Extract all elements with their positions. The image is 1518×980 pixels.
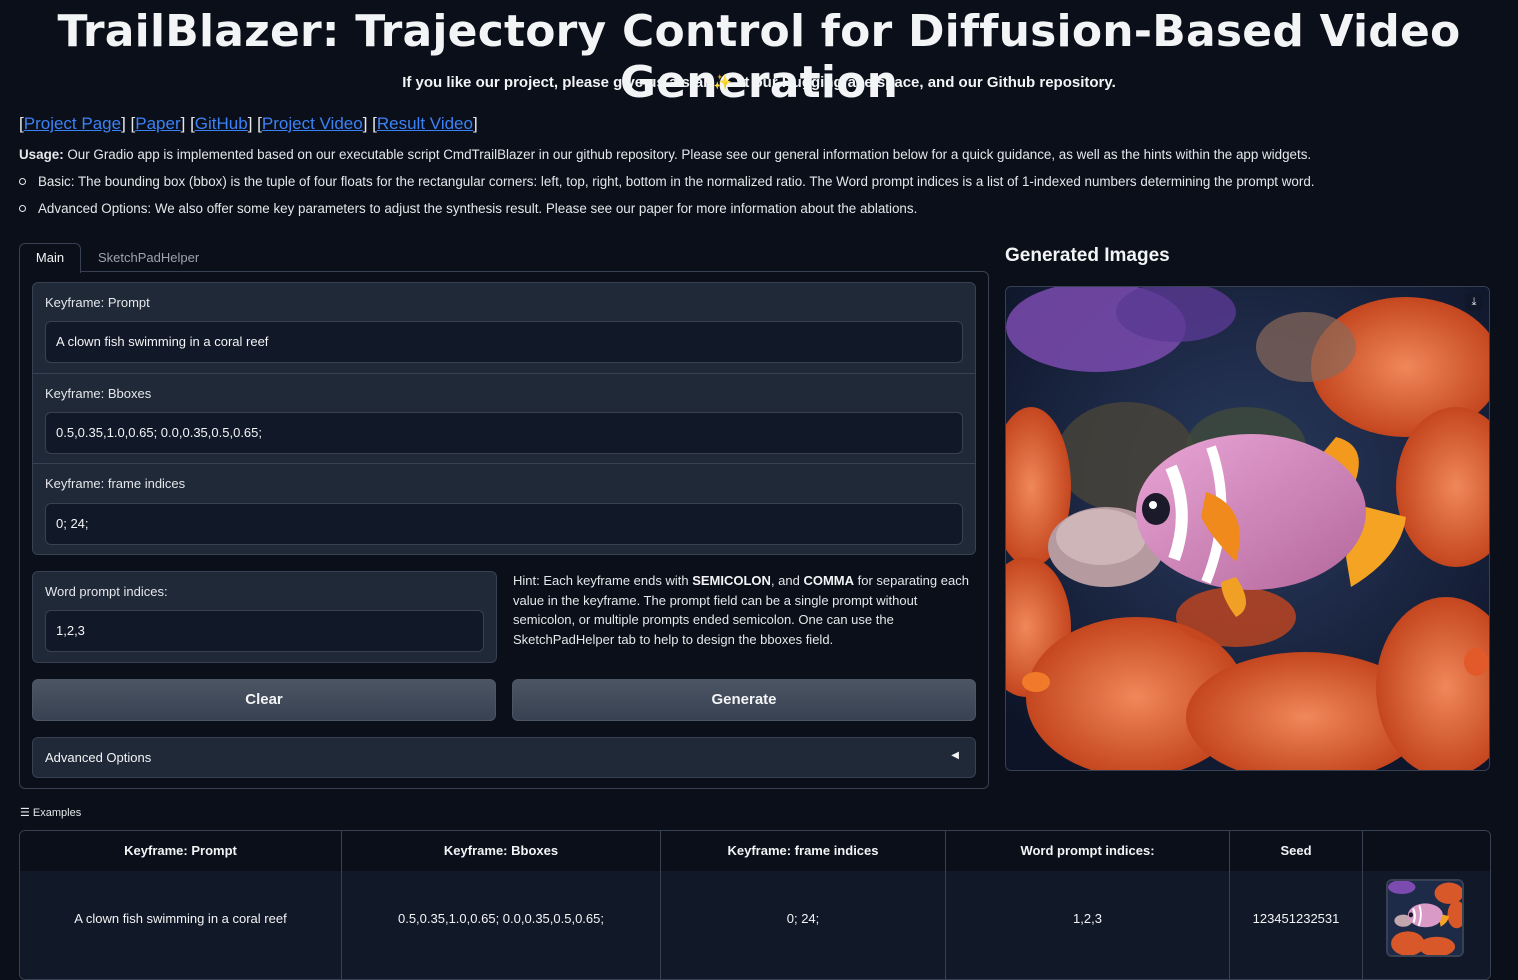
table-cell-seed[interactable]: 123451232531 bbox=[1230, 871, 1363, 979]
list-icon: ☰ bbox=[20, 807, 33, 819]
table-cell-frame-indices[interactable]: 0; 24; bbox=[661, 871, 946, 979]
page-title: TrailBlazer: Trajectory Control for Diff… bbox=[57, 6, 1461, 108]
generated-image bbox=[1005, 286, 1490, 771]
examples-label-text: Examples bbox=[32, 807, 82, 819]
clownfish-image bbox=[1006, 287, 1489, 770]
page-subtitle: If you like our project, please give us … bbox=[402, 74, 1116, 91]
link-bar: [Project Page] [Paper] [GitHub] [Project… bbox=[19, 114, 478, 133]
bboxes-row: Keyframe: Bboxes 0.5,0.35,1.0,0.65; 0.0,… bbox=[33, 373, 975, 463]
frames-input[interactable]: 0; 24; bbox=[45, 503, 963, 545]
column-header-frame-indices: Keyframe: frame indices bbox=[661, 831, 946, 871]
collapse-arrow-icon: ◀ bbox=[951, 750, 959, 761]
tab-sketchpadhelper[interactable]: SketchPadHelper bbox=[98, 250, 199, 265]
generate-button[interactable]: Generate bbox=[512, 679, 976, 721]
hint-semicolon: SEMICOLON bbox=[692, 573, 771, 588]
bullet-icon bbox=[19, 204, 26, 212]
column-header-bboxes: Keyframe: Bboxes bbox=[342, 831, 661, 871]
hint-part: Hint: Each keyframe ends with bbox=[513, 573, 693, 588]
hint-part: , and bbox=[770, 573, 804, 588]
prompt-label: Keyframe: Prompt bbox=[45, 295, 150, 310]
link-result-video[interactable]: Result Video bbox=[377, 114, 473, 133]
advanced-options-label: Advanced Options bbox=[45, 750, 152, 765]
link-github[interactable]: GitHub bbox=[195, 114, 248, 133]
download-icon[interactable]: ⤓ bbox=[1465, 293, 1483, 311]
clear-button[interactable]: Clear bbox=[32, 679, 496, 721]
keyframe-group: Keyframe: Prompt A clown fish swimming i… bbox=[32, 282, 976, 555]
usage-bullet-advanced: Advanced Options: We also offer some key… bbox=[19, 201, 917, 216]
bullet-icon bbox=[19, 177, 26, 185]
link-project-page[interactable]: Project Page bbox=[24, 114, 121, 133]
hint-comma: COMMA bbox=[803, 573, 855, 588]
word-indices-label: Word prompt indices: bbox=[45, 584, 168, 599]
bullet-text: Advanced Options: We also offer some key… bbox=[38, 201, 918, 216]
prompt-input[interactable]: A clown fish swimming in a coral reef bbox=[45, 321, 963, 363]
clownfish-thumbnail-image bbox=[1388, 881, 1462, 955]
word-indices-input[interactable]: 1,2,3 bbox=[45, 610, 484, 652]
usage-label: Usage: bbox=[19, 147, 64, 162]
link-project-video[interactable]: Project Video bbox=[262, 114, 363, 133]
usage-text: Usage: Our Gradio app is implemented bas… bbox=[19, 147, 1311, 162]
generated-images-title: Generated Images bbox=[1005, 245, 1170, 266]
usage-bullet-basic: Basic: The bounding box (bbox) is the tu… bbox=[19, 174, 1314, 189]
advanced-options-accordion[interactable]: Advanced Options ◀ bbox=[32, 737, 976, 778]
tab-main[interactable]: Main bbox=[19, 243, 81, 273]
word-indices-box: Word prompt indices: 1,2,3 bbox=[32, 571, 497, 663]
examples-label: ☰ Examples bbox=[20, 806, 81, 819]
frames-row: Keyframe: frame indices 0; 24; bbox=[33, 463, 975, 553]
table-cell-word-indices[interactable]: 1,2,3 bbox=[946, 871, 1230, 979]
bboxes-label: Keyframe: Bboxes bbox=[45, 386, 152, 401]
bboxes-input[interactable]: 0.5,0.35,1.0,0.65; 0.0,0.35,0.5,0.65; bbox=[45, 412, 963, 454]
link-paper[interactable]: Paper bbox=[135, 114, 180, 133]
examples-table: Keyframe: Prompt Keyframe: Bboxes Keyfra… bbox=[19, 830, 1491, 980]
table-cell-bboxes[interactable]: 0.5,0.35,1.0,0.65; 0.0,0.35,0.5,0.65; bbox=[342, 871, 661, 979]
usage-description: Our Gradio app is implemented based on o… bbox=[63, 147, 1312, 162]
frames-label: Keyframe: frame indices bbox=[45, 476, 186, 491]
example-thumbnail[interactable] bbox=[1386, 879, 1464, 957]
bullet-text: Basic: The bounding box (bbox) is the tu… bbox=[38, 174, 1315, 189]
column-header-seed: Seed bbox=[1230, 831, 1363, 871]
table-cell-prompt[interactable]: A clown fish swimming in a coral reef bbox=[20, 871, 342, 979]
column-header-image bbox=[1363, 831, 1490, 871]
column-header-word-indices: Word prompt indices: bbox=[946, 831, 1230, 871]
prompt-row: Keyframe: Prompt A clown fish swimming i… bbox=[33, 283, 975, 373]
hint-text: Hint: Each keyframe ends with SEMICOLON,… bbox=[513, 571, 973, 649]
column-header-prompt: Keyframe: Prompt bbox=[20, 831, 342, 871]
